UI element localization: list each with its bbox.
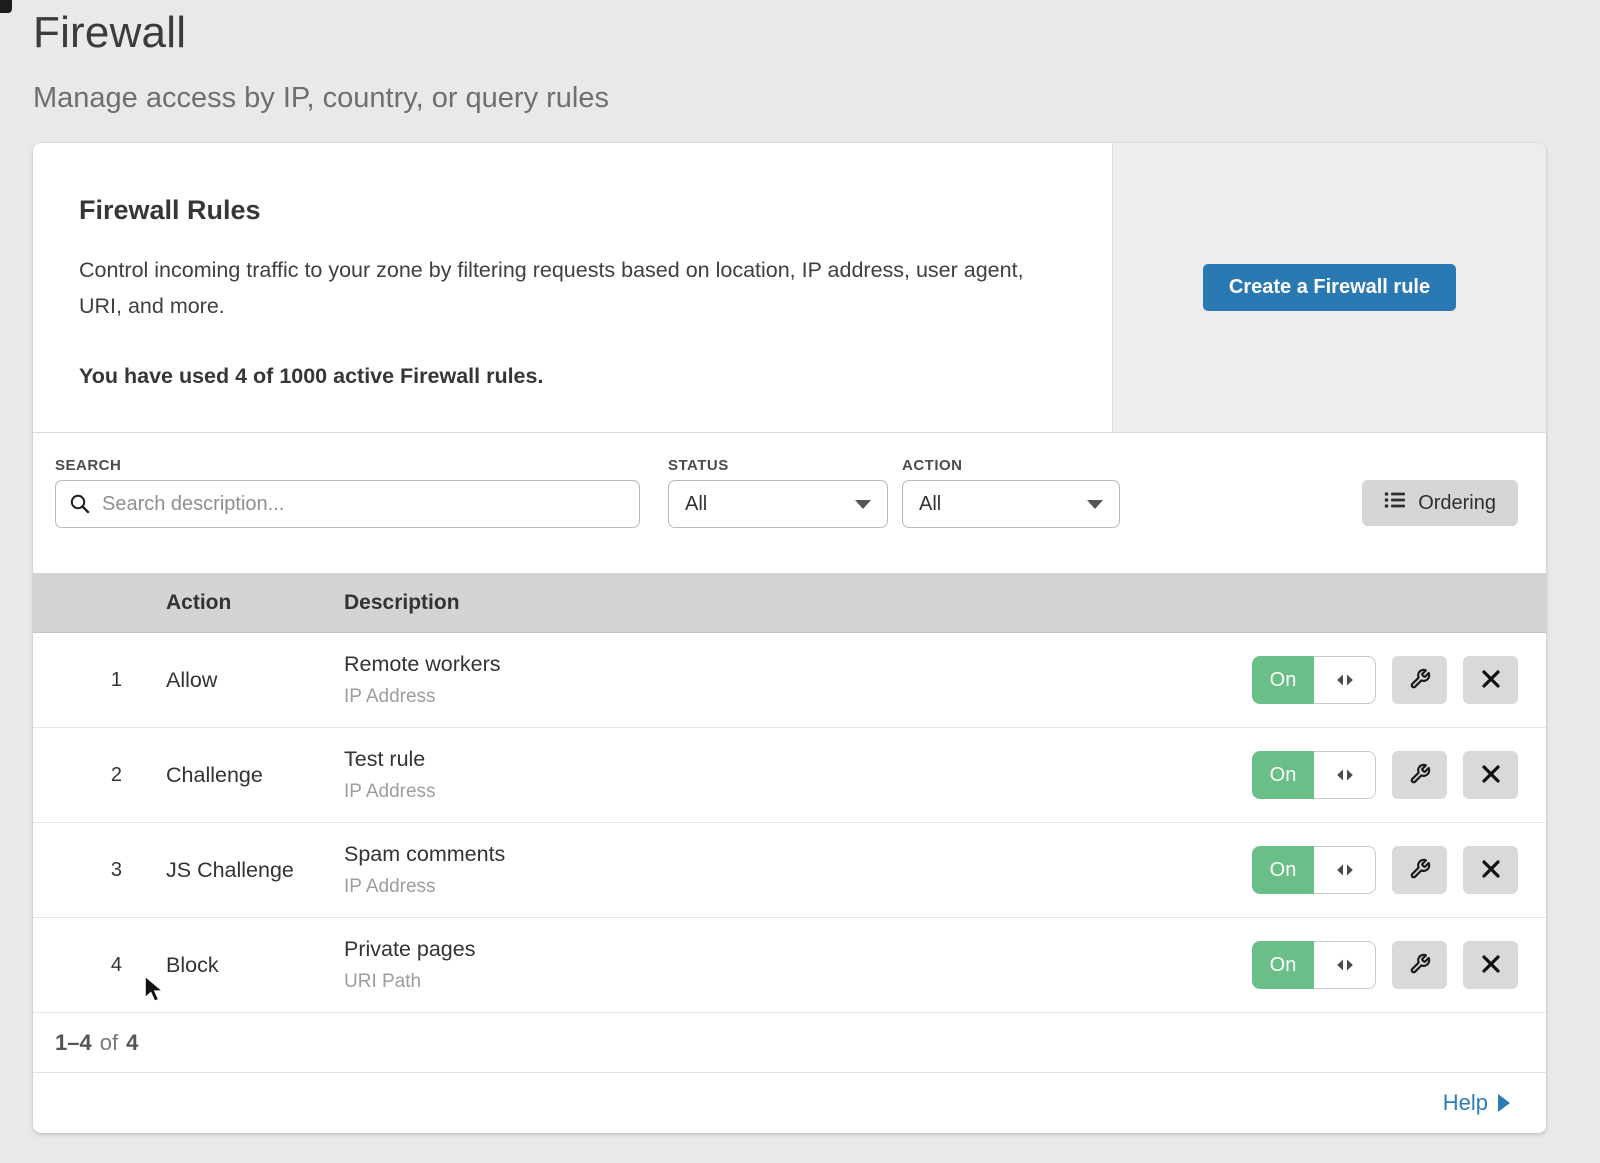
pagination-bar: 1–4 of 4 [33, 1013, 1546, 1073]
page-title: Firewall [33, 8, 609, 58]
close-icon [1482, 955, 1500, 976]
status-label: STATUS [668, 457, 729, 474]
toggle-on-label: On [1252, 751, 1314, 799]
search-field-wrapper [55, 480, 640, 528]
rule-enabled-toggle[interactable]: On [1252, 941, 1376, 989]
wrench-icon [1409, 668, 1431, 693]
rule-number: 4 [33, 954, 166, 977]
help-bar: Help [33, 1073, 1546, 1133]
rule-number: 1 [33, 669, 166, 692]
pagination-separator: of [100, 1030, 118, 1056]
ordering-button[interactable]: Ordering [1362, 480, 1518, 526]
rule-controls: On [1251, 751, 1546, 799]
close-icon [1482, 670, 1500, 691]
rule-action: JS Challenge [166, 858, 344, 883]
table-row: 1 Allow Remote workers IP Address On [33, 633, 1546, 728]
rule-description: Private pages [344, 937, 1251, 962]
edit-rule-button[interactable] [1392, 751, 1447, 799]
search-label: SEARCH [55, 457, 121, 474]
action-select[interactable]: All [902, 480, 1120, 528]
rule-match-type: IP Address [344, 686, 1251, 708]
rule-action: Challenge [166, 763, 344, 788]
page-subtitle: Manage access by IP, country, or query r… [33, 82, 609, 115]
ordering-button-label: Ordering [1418, 492, 1496, 515]
status-select[interactable]: All [668, 480, 888, 528]
delete-rule-button[interactable] [1463, 656, 1518, 704]
toggle-on-label: On [1252, 941, 1314, 989]
edit-rule-button[interactable] [1392, 656, 1447, 704]
toggle-on-label: On [1252, 656, 1314, 704]
usage-summary: You have used 4 of 1000 active Firewall … [79, 364, 1052, 389]
rule-match-type: URI Path [344, 971, 1251, 993]
table-row: 4 Block Private pages URI Path On [33, 918, 1546, 1013]
rules-table-body: 1 Allow Remote workers IP Address On [33, 633, 1546, 1013]
rule-match-type: IP Address [344, 876, 1251, 898]
create-rule-panel: Create a Firewall rule [1112, 143, 1546, 432]
rule-action: Block [166, 953, 344, 978]
rule-description-cell: Private pages URI Path [344, 937, 1251, 993]
toggle-on-label: On [1252, 846, 1314, 894]
rule-description-cell: Remote workers IP Address [344, 652, 1251, 708]
delete-rule-button[interactable] [1463, 941, 1518, 989]
search-input[interactable] [55, 480, 640, 528]
list-icon [1384, 490, 1406, 516]
table-row: 2 Challenge Test rule IP Address On [33, 728, 1546, 823]
rule-number: 3 [33, 859, 166, 882]
wrench-icon [1409, 763, 1431, 788]
action-label: ACTION [902, 457, 963, 474]
rule-description: Test rule [344, 747, 1251, 772]
rule-description-cell: Test rule IP Address [344, 747, 1251, 803]
intro-description: Control incoming traffic to your zone by… [79, 252, 1024, 324]
delete-rule-button[interactable] [1463, 846, 1518, 894]
table-header-row: Action Description [33, 573, 1546, 633]
status-select-value: All [685, 493, 707, 516]
left-right-arrows-icon[interactable] [1314, 941, 1376, 989]
help-link[interactable]: Help [1443, 1090, 1510, 1116]
description-column-header: Description [344, 591, 1251, 615]
intro-text-panel: Firewall Rules Control incoming traffic … [33, 143, 1112, 432]
window-corner-artifact [0, 0, 12, 13]
pagination-total: 4 [126, 1030, 138, 1056]
edit-rule-button[interactable] [1392, 846, 1447, 894]
action-column-header: Action [166, 591, 344, 615]
action-select-value: All [919, 493, 941, 516]
help-link-label: Help [1443, 1090, 1488, 1116]
chevron-down-icon [1087, 500, 1103, 509]
filters-section: SEARCH STATUS All ACTION All [33, 433, 1546, 573]
arrow-right-icon [1498, 1094, 1510, 1112]
wrench-icon [1409, 858, 1431, 883]
rule-description: Spam comments [344, 842, 1251, 867]
delete-rule-button[interactable] [1463, 751, 1518, 799]
firewall-rules-card: Firewall Rules Control incoming traffic … [33, 143, 1546, 1133]
left-right-arrows-icon[interactable] [1314, 751, 1376, 799]
rule-description: Remote workers [344, 652, 1251, 677]
rule-action: Allow [166, 668, 344, 693]
wrench-icon [1409, 953, 1431, 978]
rule-controls: On [1251, 656, 1546, 704]
intro-heading: Firewall Rules [79, 195, 1052, 226]
close-icon [1482, 860, 1500, 881]
rule-number: 2 [33, 764, 166, 787]
rule-controls: On [1251, 941, 1546, 989]
rule-description-cell: Spam comments IP Address [344, 842, 1251, 898]
chevron-down-icon [855, 500, 871, 509]
rule-controls: On [1251, 846, 1546, 894]
left-right-arrows-icon[interactable] [1314, 846, 1376, 894]
create-firewall-rule-button[interactable]: Create a Firewall rule [1203, 264, 1456, 311]
rule-enabled-toggle[interactable]: On [1252, 846, 1376, 894]
pagination-range: 1–4 [55, 1030, 92, 1056]
rule-match-type: IP Address [344, 781, 1251, 803]
left-right-arrows-icon[interactable] [1314, 656, 1376, 704]
close-icon [1482, 765, 1500, 786]
rule-enabled-toggle[interactable]: On [1252, 751, 1376, 799]
page-header: Firewall Manage access by IP, country, o… [33, 8, 609, 115]
edit-rule-button[interactable] [1392, 941, 1447, 989]
table-row: 3 JS Challenge Spam comments IP Address … [33, 823, 1546, 918]
rule-enabled-toggle[interactable]: On [1252, 656, 1376, 704]
intro-section: Firewall Rules Control incoming traffic … [33, 143, 1546, 433]
